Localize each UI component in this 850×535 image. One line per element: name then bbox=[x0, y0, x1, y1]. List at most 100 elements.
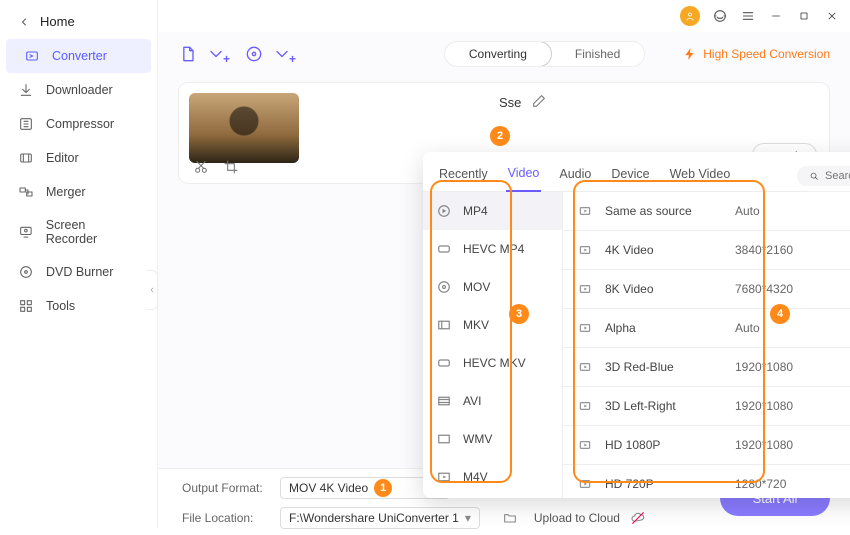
format-dropdown: Recently Video Audio Device Web Video MP… bbox=[423, 152, 850, 498]
format-list[interactable]: MP4 HEVC MP4 MOV MKV HEVC MKV AVI WMV M4… bbox=[423, 192, 563, 498]
add-file-button[interactable]: + bbox=[178, 44, 226, 64]
res-4k[interactable]: 4K Video3840*2160 bbox=[563, 231, 850, 269]
play-icon bbox=[577, 398, 593, 414]
folder-icon[interactable] bbox=[502, 510, 518, 526]
bolt-icon bbox=[683, 47, 697, 61]
tab-converting[interactable]: Converting bbox=[444, 41, 552, 67]
search-box[interactable] bbox=[797, 166, 850, 186]
merger-icon bbox=[18, 184, 34, 200]
play-icon bbox=[577, 320, 593, 336]
main-area: + + Converting Finished High Speed Conve… bbox=[158, 32, 850, 528]
avi-icon bbox=[435, 392, 453, 410]
annotation-2: 2 bbox=[490, 126, 510, 146]
res-8k[interactable]: 8K Video7680*4320 bbox=[563, 270, 850, 308]
play-icon bbox=[577, 476, 593, 492]
chevron-down-icon: ▾ bbox=[465, 511, 471, 525]
mp4-icon bbox=[435, 202, 453, 220]
drop-tab-web[interactable]: Web Video bbox=[668, 161, 733, 191]
sidebar-item-label: Compressor bbox=[46, 117, 114, 131]
drop-tab-audio[interactable]: Audio bbox=[557, 161, 593, 191]
sidebar-item-label: Converter bbox=[52, 49, 107, 63]
close-button[interactable] bbox=[824, 8, 840, 24]
file-location-combo[interactable]: F:\Wondershare UniConverter 1 ▾ bbox=[280, 507, 480, 529]
search-input[interactable] bbox=[825, 170, 850, 182]
sidebar-item-label: Tools bbox=[46, 299, 75, 313]
chevron-left-icon bbox=[18, 16, 30, 28]
format-mov[interactable]: MOV bbox=[423, 268, 562, 306]
sidebar-item-converter[interactable]: Converter bbox=[6, 39, 151, 73]
res-same-as-source[interactable]: Same as sourceAuto bbox=[563, 192, 850, 230]
format-avi[interactable]: AVI bbox=[423, 382, 562, 420]
tools-icon bbox=[18, 298, 34, 314]
hsc-label: High Speed Conversion bbox=[703, 47, 830, 61]
annotation-1: 1 bbox=[374, 479, 392, 497]
drop-tabs: Recently Video Audio Device Web Video bbox=[423, 152, 850, 192]
sidebar-item-label: Downloader bbox=[46, 83, 113, 97]
sidebar-item-label: Editor bbox=[46, 151, 79, 165]
crop-icon[interactable] bbox=[223, 159, 239, 175]
file-location-label: File Location: bbox=[182, 511, 270, 525]
resolution-list[interactable]: Same as sourceAuto 4K Video3840*2160 8K … bbox=[563, 192, 850, 498]
chevron-left-icon bbox=[148, 280, 156, 300]
sidebar-item-label: Merger bbox=[46, 185, 86, 199]
cloud-label: Upload to Cloud bbox=[534, 511, 620, 525]
res-3d-red-blue[interactable]: 3D Red-Blue1920*1080 bbox=[563, 348, 850, 386]
sidebar-item-compressor[interactable]: Compressor bbox=[0, 107, 157, 141]
sidebar-item-editor[interactable]: Editor bbox=[0, 141, 157, 175]
drop-tab-device[interactable]: Device bbox=[609, 161, 651, 191]
play-icon bbox=[577, 203, 593, 219]
card-title-fragment: Sse bbox=[499, 95, 521, 110]
res-3d-left-right[interactable]: 3D Left-Right1920*1080 bbox=[563, 387, 850, 425]
maximize-button[interactable] bbox=[796, 8, 812, 24]
home-link[interactable]: Home bbox=[0, 8, 157, 39]
format-wmv[interactable]: WMV bbox=[423, 420, 562, 458]
res-720p[interactable]: HD 720P1280*720 bbox=[563, 465, 850, 498]
format-m4v[interactable]: M4V bbox=[423, 458, 562, 496]
status-tabs: Converting Finished bbox=[444, 41, 645, 67]
high-speed-link[interactable]: High Speed Conversion bbox=[683, 47, 830, 61]
mkv-icon bbox=[435, 316, 453, 334]
play-icon bbox=[577, 437, 593, 453]
tab-finished[interactable]: Finished bbox=[551, 42, 644, 66]
format-hevc-mp4[interactable]: HEVC MP4 bbox=[423, 230, 562, 268]
sidebar-collapse[interactable] bbox=[146, 270, 158, 310]
converter-icon bbox=[24, 48, 40, 64]
file-plus-icon bbox=[178, 44, 198, 64]
home-label: Home bbox=[40, 14, 75, 29]
res-1080p[interactable]: HD 1080P1920*1080 bbox=[563, 426, 850, 464]
edit-icon[interactable] bbox=[531, 93, 547, 112]
sidebar-item-tools[interactable]: Tools bbox=[0, 289, 157, 323]
drop-tab-video[interactable]: Video bbox=[506, 160, 542, 192]
trim-icon[interactable] bbox=[193, 159, 209, 175]
disc-icon bbox=[18, 264, 34, 280]
drop-tab-recently[interactable]: Recently bbox=[437, 161, 490, 191]
support-icon[interactable] bbox=[712, 8, 728, 24]
format-mkv[interactable]: MKV bbox=[423, 306, 562, 344]
sidebar-item-merger[interactable]: Merger bbox=[0, 175, 157, 209]
thumbnail[interactable] bbox=[189, 93, 299, 163]
sidebar-item-label: DVD Burner bbox=[46, 265, 113, 279]
m4v-icon bbox=[435, 468, 453, 486]
add-dvd-button[interactable]: + bbox=[244, 44, 292, 64]
recorder-icon bbox=[18, 224, 34, 240]
avatar[interactable] bbox=[680, 6, 700, 26]
play-icon bbox=[577, 242, 593, 258]
sidebar-item-downloader[interactable]: Downloader bbox=[0, 73, 157, 107]
sidebar-item-recorder[interactable]: Screen Recorder bbox=[0, 209, 157, 255]
search-icon bbox=[809, 170, 819, 182]
output-format-label: Output Format: bbox=[182, 481, 270, 495]
mov-icon bbox=[435, 278, 453, 296]
res-alpha[interactable]: AlphaAuto bbox=[563, 309, 850, 347]
cloud-off-icon[interactable] bbox=[630, 510, 646, 526]
hevc-icon bbox=[435, 354, 453, 372]
sidebar-item-dvd[interactable]: DVD Burner bbox=[0, 255, 157, 289]
menu-icon[interactable] bbox=[740, 8, 756, 24]
wmv-icon bbox=[435, 430, 453, 448]
card-tools bbox=[193, 159, 239, 175]
format-mp4[interactable]: MP4 bbox=[423, 192, 562, 230]
sidebar-item-label: Screen Recorder bbox=[46, 218, 139, 246]
minimize-button[interactable] bbox=[768, 8, 784, 24]
annotation-4: 4 bbox=[770, 304, 790, 324]
editor-icon bbox=[18, 150, 34, 166]
format-hevc-mkv[interactable]: HEVC MKV bbox=[423, 344, 562, 382]
